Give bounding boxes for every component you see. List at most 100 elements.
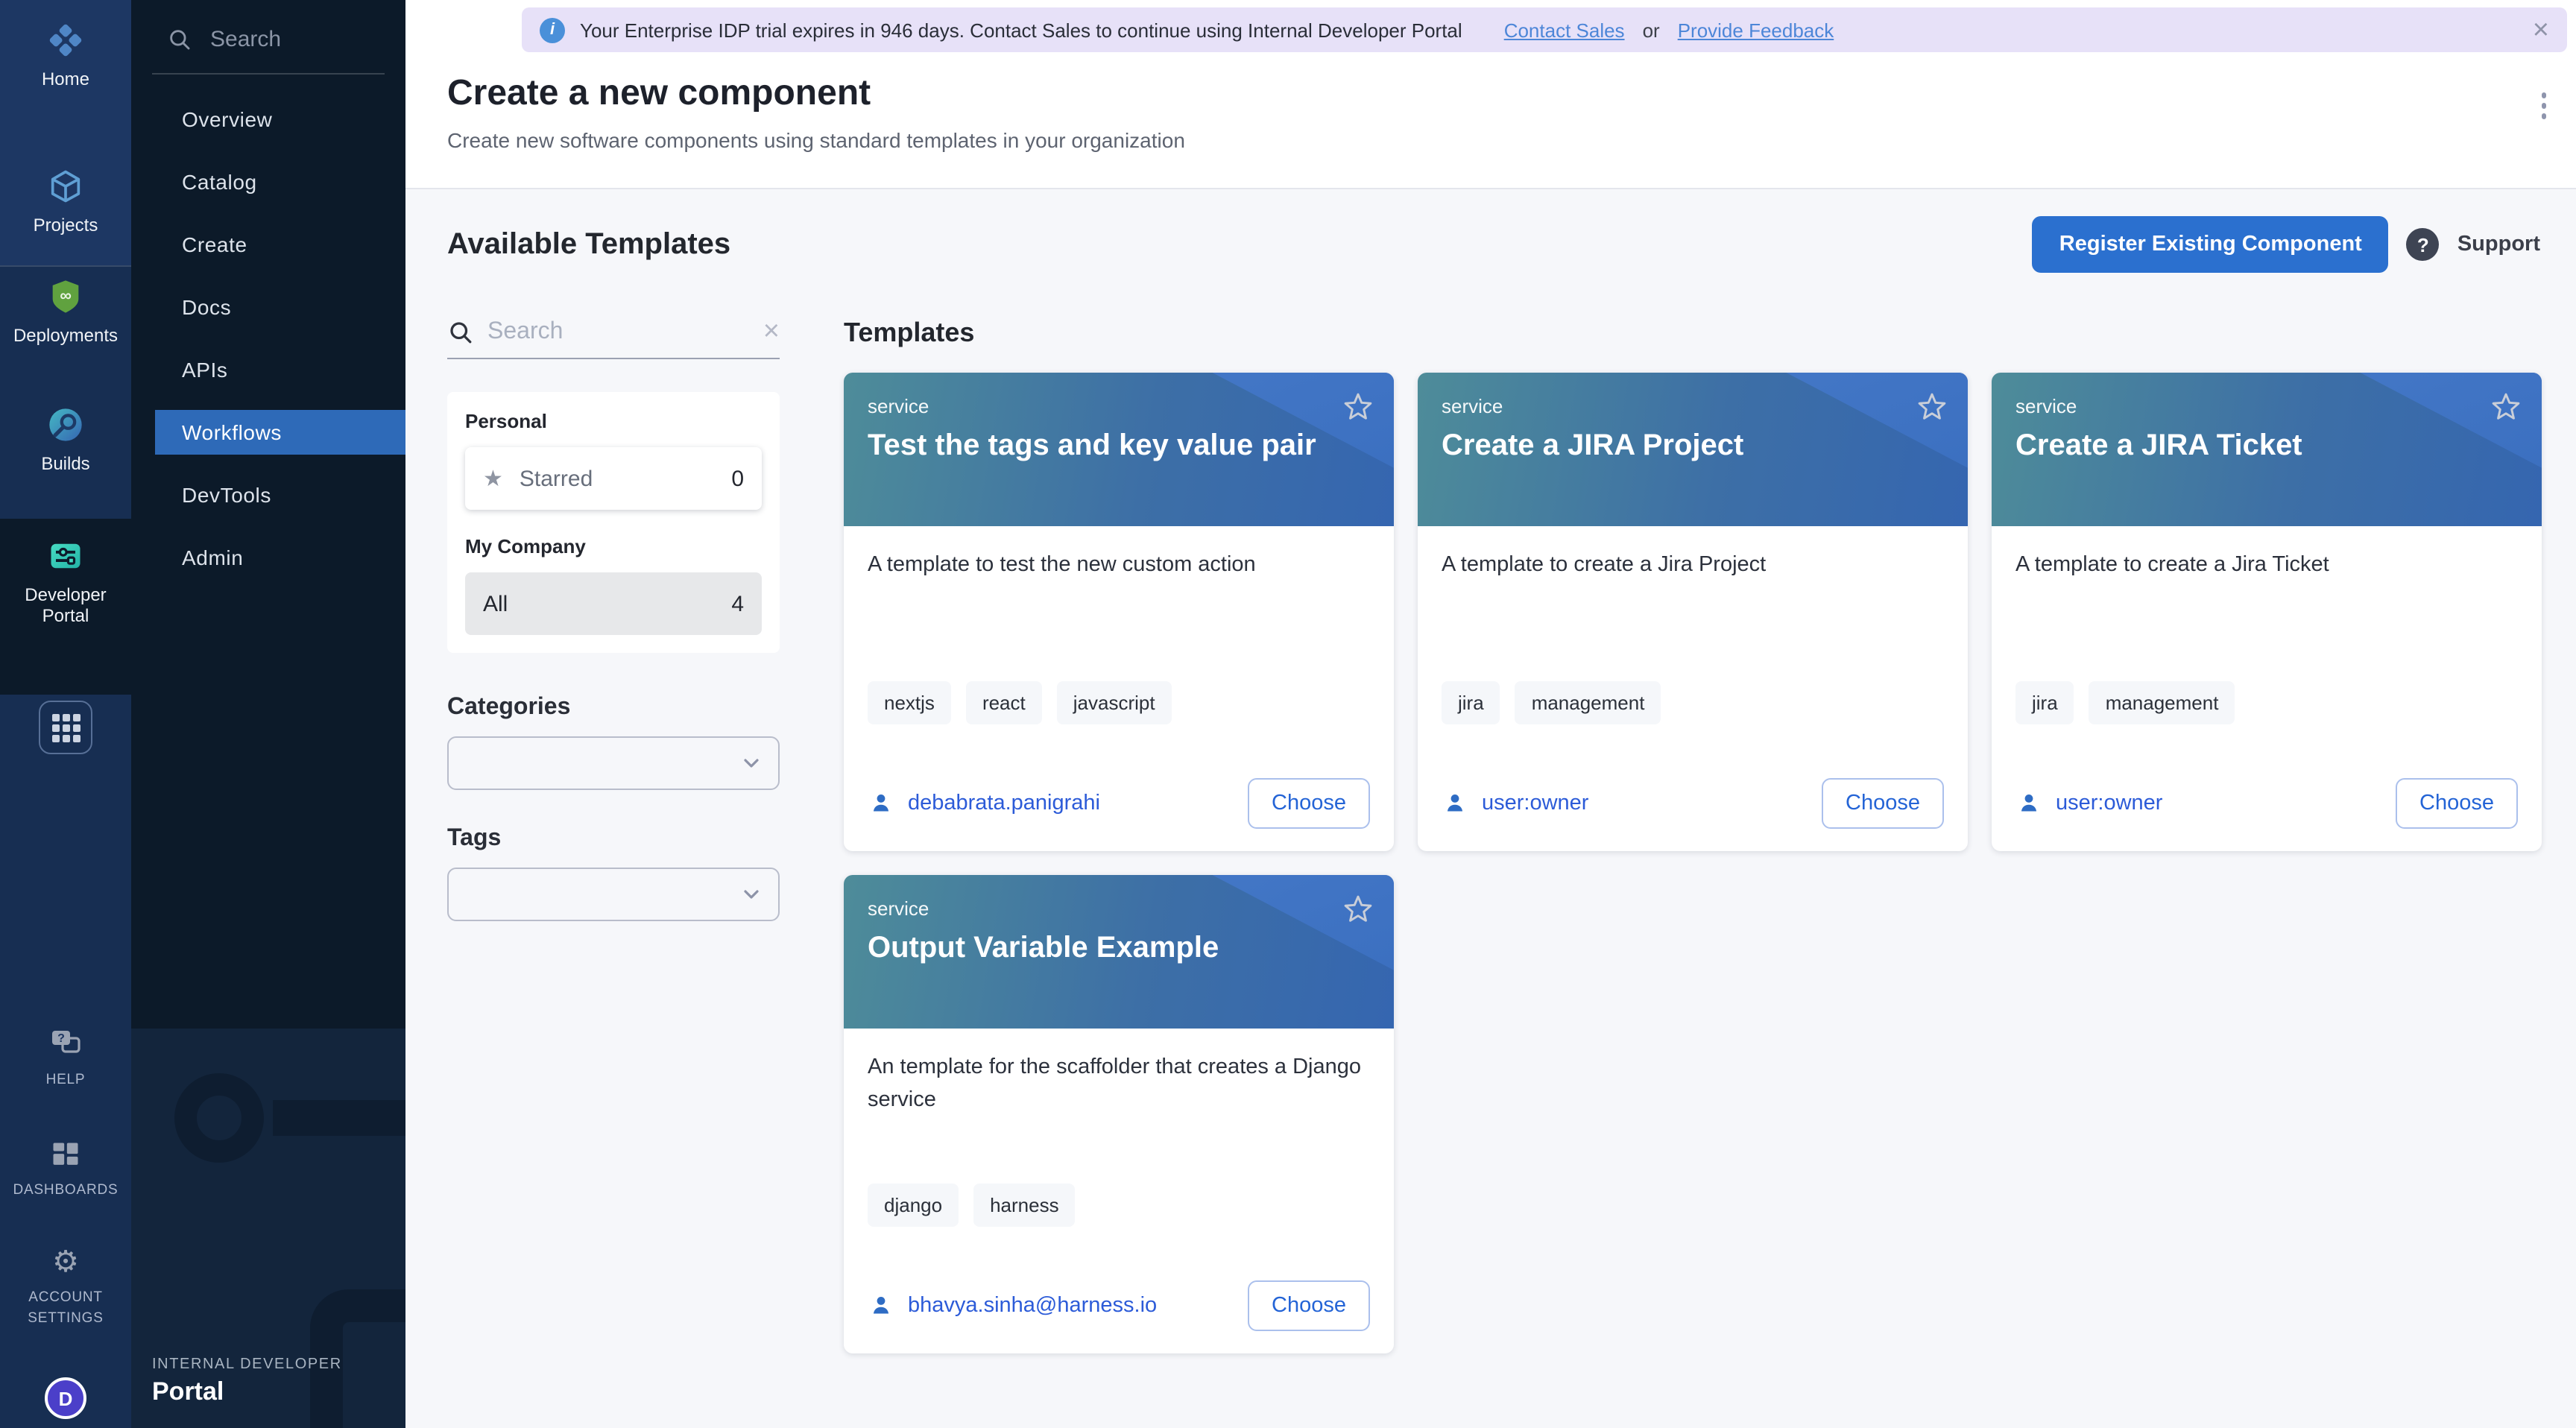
tag-chip[interactable]: django xyxy=(868,1184,959,1227)
support-question-icon[interactable]: ? xyxy=(2407,228,2440,261)
rail-item-home[interactable]: Home xyxy=(0,21,131,89)
builds-icon xyxy=(46,405,85,444)
developer-portal-icon xyxy=(46,537,85,575)
rail-item-account-settings[interactable]: ⚙ ACCOUNT SETTINGS xyxy=(0,1246,131,1330)
chevron-down-icon xyxy=(739,882,763,906)
contact-sales-link[interactable]: Contact Sales xyxy=(1504,19,1625,41)
sidebar-item-admin[interactable]: Admin xyxy=(131,526,405,589)
trial-banner: i Your Enterprise IDP trial expires in 9… xyxy=(522,7,2567,52)
ownership-filter-card: Personal ★ Starred 0 My Company All 4 xyxy=(447,392,780,653)
tag-chip[interactable]: harness xyxy=(973,1184,1076,1227)
owner-name: user:owner xyxy=(2056,792,2162,815)
template-search-input[interactable] xyxy=(487,318,750,345)
template-kind: service xyxy=(868,897,1370,920)
template-owner-link[interactable]: bhavya.sinha@harness.io xyxy=(868,1292,1157,1319)
template-owner-link[interactable]: debabrata.panigrahi xyxy=(868,790,1100,817)
template-search-field: × xyxy=(447,317,780,359)
template-title: Test the tags and key value pair xyxy=(868,429,1370,464)
rail-label: Home xyxy=(42,69,89,89)
star-outline-icon[interactable] xyxy=(1342,391,1374,423)
tags-select[interactable] xyxy=(447,868,780,921)
sidebar-item-catalog[interactable]: Catalog xyxy=(131,151,405,213)
tag-chip[interactable]: react xyxy=(966,681,1042,724)
tag-chip[interactable]: jira xyxy=(1442,681,1500,724)
person-icon xyxy=(868,790,894,817)
tag-chip[interactable]: javascript xyxy=(1057,681,1172,724)
star-outline-icon[interactable] xyxy=(2490,391,2522,423)
rail-item-projects[interactable]: Projects xyxy=(0,167,131,236)
tag-chip[interactable]: management xyxy=(1515,681,1661,724)
provide-feedback-link[interactable]: Provide Feedback xyxy=(1678,19,1834,41)
rail-item-dashboards[interactable]: DASHBOARDS xyxy=(0,1139,131,1201)
rail-item-builds[interactable]: Builds xyxy=(0,405,131,474)
rail-item-developer-portal[interactable]: Developer Portal xyxy=(0,537,131,626)
brand-text: INTERNAL DEVELOPER Portal xyxy=(152,1356,342,1407)
template-kind: service xyxy=(1442,395,1944,417)
sidebar-item-docs[interactable]: Docs xyxy=(131,276,405,338)
template-owner-link[interactable]: user:owner xyxy=(1442,790,1588,817)
sidebar-item-workflows[interactable]: Workflows xyxy=(155,410,405,455)
templates-layout: × Personal ★ Starred 0 My Company All 4 xyxy=(447,317,2540,1353)
home-icon xyxy=(46,21,85,60)
rail-divider xyxy=(0,265,131,267)
rail-item-deployments[interactable]: ∞ Deployments xyxy=(0,277,131,346)
templates-section: Templates service Test the tags and key … xyxy=(844,317,2540,1353)
main-area: i Your Enterprise IDP trial expires in 9… xyxy=(405,0,2576,1428)
rail-label: ACCOUNT SETTINGS xyxy=(6,1288,125,1330)
categories-select[interactable] xyxy=(447,736,780,790)
sidebar-search[interactable]: Search xyxy=(131,0,405,52)
tag-chip[interactable]: management xyxy=(2089,681,2235,724)
chevron-down-icon xyxy=(739,751,763,775)
template-card-header: service Output Variable Example xyxy=(844,875,1394,1029)
page-subtitle: Create new software components using sta… xyxy=(447,128,2576,152)
brand-decoration-bar xyxy=(273,1100,405,1136)
banner-close-icon[interactable]: × xyxy=(2533,16,2549,44)
sidebar-item-devtools[interactable]: DevTools xyxy=(131,464,405,526)
categories-label: Categories xyxy=(447,695,780,721)
sidebar-nav: Overview Catalog Create Docs APIs Workfl… xyxy=(131,88,405,589)
rail-label: Projects xyxy=(34,215,98,236)
template-card-body: An template for the scaffolder that crea… xyxy=(844,1029,1394,1353)
sidebar-brand-panel: INTERNAL DEVELOPER Portal xyxy=(131,1029,405,1428)
kebab-menu-icon[interactable] xyxy=(2535,86,2552,124)
tags-label: Tags xyxy=(447,826,780,853)
template-kind: service xyxy=(2015,395,2518,417)
sidebar-item-overview[interactable]: Overview xyxy=(131,88,405,151)
all-count: 4 xyxy=(731,591,744,616)
page-header-section: i Your Enterprise IDP trial expires in 9… xyxy=(405,0,2576,189)
info-icon: i xyxy=(540,17,565,42)
brand-title: Portal xyxy=(152,1377,342,1407)
tag-chip[interactable]: jira xyxy=(2015,681,2074,724)
register-existing-component-button[interactable]: Register Existing Component xyxy=(2033,216,2389,273)
person-icon xyxy=(2015,790,2042,817)
all-filter-row[interactable]: All 4 xyxy=(465,572,762,635)
filter-panel: × Personal ★ Starred 0 My Company All 4 xyxy=(447,317,780,1353)
choose-button[interactable]: Choose xyxy=(1248,778,1370,829)
star-outline-icon[interactable] xyxy=(1342,893,1374,926)
star-outline-icon[interactable] xyxy=(1916,391,1948,423)
template-description: A template to create a Jira Ticket xyxy=(2015,550,2518,681)
rail-item-help[interactable]: ? HELP xyxy=(0,1026,131,1091)
template-description: A template to test the new custom action xyxy=(868,550,1370,681)
template-card-footer: debabrata.panigrahi Choose xyxy=(868,778,1370,829)
tag-chip[interactable]: nextjs xyxy=(868,681,951,724)
template-title: Create a JIRA Ticket xyxy=(2015,429,2518,464)
personal-label: Personal xyxy=(465,410,762,432)
starred-filter-row[interactable]: ★ Starred 0 xyxy=(465,447,762,510)
star-icon: ★ xyxy=(483,465,503,492)
choose-button[interactable]: Choose xyxy=(2396,778,2518,829)
clear-search-icon[interactable]: × xyxy=(763,317,780,346)
template-card-footer: bhavya.sinha@harness.io Choose xyxy=(868,1280,1370,1331)
modules-button[interactable] xyxy=(39,701,92,754)
owner-name: user:owner xyxy=(1482,792,1588,815)
template-tags: jira management xyxy=(2015,681,2518,724)
sidebar-item-create[interactable]: Create xyxy=(131,213,405,276)
template-owner-link[interactable]: user:owner xyxy=(2015,790,2162,817)
user-avatar[interactable]: D xyxy=(45,1377,86,1419)
page-head: Create a new component Create new softwa… xyxy=(405,52,2576,152)
template-card-body: A template to create a Jira Ticket jira … xyxy=(1992,526,2542,851)
choose-button[interactable]: Choose xyxy=(1822,778,1944,829)
template-card-footer: user:owner Choose xyxy=(2015,778,2518,829)
sidebar-item-apis[interactable]: APIs xyxy=(131,338,405,401)
choose-button[interactable]: Choose xyxy=(1248,1280,1370,1331)
